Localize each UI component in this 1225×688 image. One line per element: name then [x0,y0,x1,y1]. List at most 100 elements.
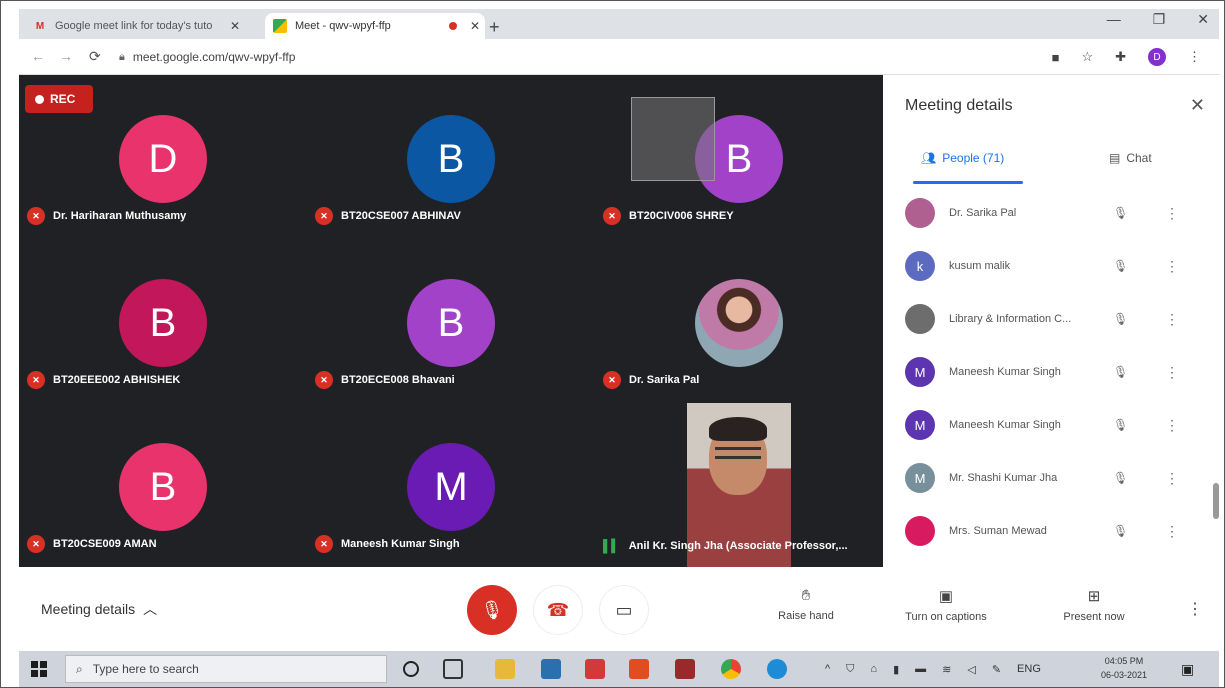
address-bar[interactable]: 🔒︎ meet.google.com/qwv-wpyf-ffp [119,45,1019,69]
chevron-up-icon: ︿ [143,601,158,617]
star-icon[interactable]: ☆ [1081,49,1093,65]
wifi-icon[interactable]: ≋ [942,663,951,676]
tab-gmail[interactable]: M Google meet link for today's tuto ✕ [25,13,245,39]
network-icon[interactable]: ⌂ [870,663,877,676]
app-icon[interactable] [585,659,605,679]
person-row[interactable]: Dr. Sarika Pal 🎙︎ ⋮ [883,187,1219,239]
language-indicator[interactable]: ENG [1017,663,1041,676]
shield-icon[interactable]: ⛉ [846,663,854,676]
person-row[interactable]: M Maneesh Kumar Singh 🎙︎ ⋮ [883,346,1219,398]
meeting-details-label: Meeting details [41,601,136,617]
captions-button[interactable]: ▣ Turn on captions [891,587,1001,623]
person-name: kusum malik [949,260,1011,272]
minimize-icon[interactable]: — [1107,11,1121,28]
edge-icon[interactable] [767,659,787,679]
person-row[interactable]: Library & Information C... 🎙︎ ⋮ [883,293,1219,345]
more-vert-icon[interactable]: ⋮ [1165,258,1179,275]
person-row[interactable]: M Mr. Shashi Kumar Jha 🎙︎ ⋮ [883,452,1219,504]
captions-label: Turn on captions [905,611,987,623]
mic-muted-icon[interactable]: 🎙︎ [1113,259,1128,273]
mic-muted-icon[interactable]: 🎙︎ [1113,471,1128,485]
meeting-details-button[interactable]: Meeting details ︿ [41,599,157,619]
extensions-icon[interactable]: ✚ [1115,49,1126,65]
volume-icon[interactable]: ◁ [967,663,975,676]
cortana-icon[interactable] [403,661,419,677]
close-window-icon[interactable]: ✕ [1197,11,1209,28]
notification-icon[interactable]: ▣ [1181,661,1194,678]
person-row[interactable]: Mrs. Suman Mewad 🎙︎ ⋮ [883,505,1219,557]
menu-kebab-icon[interactable]: ⋮ [1188,49,1201,65]
raise-hand-label: Raise hand [778,610,834,622]
camera-site-icon[interactable]: ■ [1052,50,1060,65]
more-vert-icon[interactable]: ⋮ [1165,470,1179,487]
forward-icon[interactable]: → [59,48,73,64]
back-icon[interactable]: ← [31,48,45,64]
more-vert-icon[interactable]: ⋮ [1165,523,1179,540]
participant-name: Dr. Hariharan Muthusamy [53,210,187,222]
chrome-icon[interactable] [721,659,741,679]
tab-title: Meet - qwv-wpyf-ffp [295,20,391,32]
participant-tile[interactable]: B ✕ BT20CSE009 AMAN [19,403,307,567]
reload-icon[interactable]: ⟳ [89,48,101,65]
mic-muted-icon[interactable]: 🎙︎ [1113,418,1128,432]
tab-title: Google meet link for today's tuto [55,20,213,32]
mic-toggle-button[interactable]: 🎙︎ [467,585,517,635]
meeting-details-panel: Meeting details ✕ 👥︎ People (71) ▤ Chat … [883,75,1219,567]
participant-tile[interactable]: ✕ Dr. Sarika Pal [595,239,883,403]
new-tab-icon[interactable]: + [489,17,500,38]
taskbar-search[interactable]: ⌕ Type here to search [65,655,387,683]
present-icon: ⊞ [1087,588,1101,605]
clock[interactable]: 04:05 PM 06-03-2021 [1101,654,1147,682]
participant-tile[interactable]: B ✕ BT20ECE008 Bhavani [307,239,595,403]
scrollbar[interactable] [1213,483,1219,519]
pen-icon[interactable]: ✎ [992,663,1001,676]
more-vert-icon[interactable]: ⋮ [1165,205,1179,222]
task-view-icon[interactable] [443,659,463,679]
participant-tile[interactable]: B ✕ BT20CSE007 ABHINAV [307,75,595,239]
profile-avatar[interactable]: D [1148,48,1166,66]
more-vert-icon[interactable]: ⋮ [1165,311,1179,328]
muted-icon: ✕ [603,371,621,389]
participant-tile[interactable]: D ✕ Dr. Hariharan Muthusamy [19,75,307,239]
participant-tile[interactable]: B ✕ BT20EEE002 ABHISHEK [19,239,307,403]
mic-muted-icon[interactable]: 🎙︎ [1113,365,1128,379]
hand-icon: ✋︎ [801,587,811,604]
more-vert-icon[interactable]: ⋮ [1165,417,1179,434]
participant-tile[interactable]: M ✕ Maneesh Kumar Singh [307,403,595,567]
office-icon[interactable] [629,659,649,679]
maximize-icon[interactable]: ❐ [1153,11,1166,28]
mic-muted-icon[interactable]: 🎙︎ [1113,206,1128,220]
participant-name-row: ✕ Dr. Sarika Pal [603,371,699,389]
person-row[interactable]: M Maneesh Kumar Singh 🎙︎ ⋮ [883,399,1219,451]
active-tab-indicator [913,181,1023,184]
close-panel-icon[interactable]: ✕ [1190,95,1205,116]
store-icon[interactable] [541,659,561,679]
windows-start-icon[interactable] [31,661,47,677]
battery-icon[interactable]: ▬ [915,663,926,676]
participant-photo [695,279,783,367]
tab-meet[interactable]: Meet - qwv-wpyf-ffp ✕ [265,13,485,39]
mic-muted-icon[interactable]: 🎙︎ [1113,312,1128,326]
muted-icon: ✕ [603,207,621,225]
media-icon[interactable] [675,659,695,679]
usb-icon[interactable]: ▮ [893,663,899,676]
participant-tile[interactable]: ▌▍ Anil Kr. Singh Jha (Associate Professo… [595,403,883,567]
raise-hand-button[interactable]: ✋︎ Raise hand [761,587,851,622]
panel-tabs: 👥︎ People (71) ▤ Chat [883,143,1219,184]
tab-chat[interactable]: ▤ Chat [1109,151,1152,165]
camera-toggle-button[interactable]: ▭ [599,585,649,635]
more-options-icon[interactable]: ⋮ [1187,599,1203,619]
hang-up-button[interactable]: ☎︎ [533,585,583,635]
person-row[interactable]: k kusum malik 🎙︎ ⋮ [883,240,1219,292]
more-vert-icon[interactable]: ⋮ [1165,364,1179,381]
present-now-button[interactable]: ⊞ Present now [1049,587,1139,623]
extension-icons: ■ ☆ ✚ D ⋮ [1052,48,1201,66]
people-icon: 👥︎ [921,151,937,165]
chevron-up-tray-icon[interactable]: ^ [825,663,830,676]
mic-muted-icon[interactable]: 🎙︎ [1113,524,1128,538]
muted-icon: ✕ [27,207,45,225]
tab-people[interactable]: 👥︎ People (71) [921,151,1004,165]
close-tab-icon[interactable]: ✕ [225,19,245,33]
close-tab-icon[interactable]: ✕ [465,19,485,33]
file-explorer-icon[interactable] [495,659,515,679]
